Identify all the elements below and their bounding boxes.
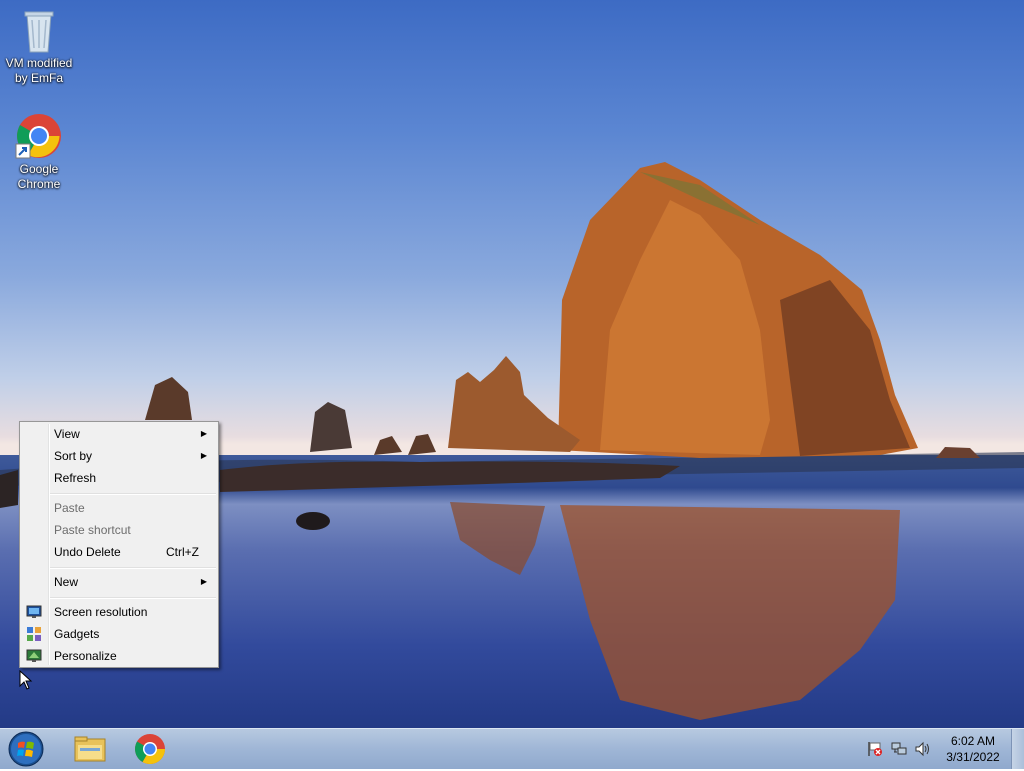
taskbar: 6:02 AM 3/31/2022 — [0, 728, 1024, 769]
menu-separator — [50, 493, 216, 495]
menu-item-label: Screen resolution — [54, 605, 148, 619]
desktop-icon-label: by EmFa — [14, 71, 63, 85]
desktop[interactable]: VM modified by EmFa Google Chrome View ▶… — [0, 0, 1024, 728]
menu-item-label: Refresh — [54, 471, 97, 485]
menu-item-label: Gadgets — [54, 627, 100, 641]
taskbar-google-chrome[interactable] — [122, 731, 178, 767]
gadgets-icon — [27, 627, 41, 641]
clock-date: 3/31/2022 — [946, 750, 1000, 764]
personalize-icon — [26, 649, 42, 662]
menu-item-paste-shortcut[interactable]: Paste shortcut — [22, 519, 216, 541]
network-icon[interactable] — [890, 740, 908, 758]
desktop-icon-recycle-bin[interactable]: VM modified by EmFa — [1, 6, 77, 86]
menu-item-label: View — [54, 427, 80, 441]
chrome-icon — [15, 114, 61, 159]
menu-item-undo-delete[interactable]: Undo Delete Ctrl+Z — [22, 541, 216, 563]
clock-time: 6:02 AM — [950, 734, 996, 748]
desktop-icon-label: Chrome — [17, 177, 61, 191]
mouse-cursor-icon — [19, 670, 33, 690]
file-explorer-icon — [74, 736, 106, 762]
taskbar-file-explorer[interactable] — [62, 731, 118, 767]
screen-resolution-icon — [26, 605, 42, 618]
desktop-icon-label: Google — [19, 162, 59, 176]
menu-item-label: New — [54, 575, 79, 589]
menu-item-label: Paste shortcut — [54, 523, 131, 537]
submenu-arrow-icon: ▶ — [200, 451, 207, 460]
volume-icon[interactable] — [914, 740, 932, 758]
menu-item-shortcut: Ctrl+Z — [166, 545, 199, 559]
submenu-arrow-icon: ▶ — [200, 577, 207, 586]
menu-item-paste[interactable]: Paste — [22, 497, 216, 519]
action-center-flag-icon[interactable] — [866, 740, 884, 758]
recycle-bin-icon — [24, 11, 54, 53]
show-desktop-button[interactable] — [1011, 729, 1024, 769]
chrome-icon — [134, 734, 165, 765]
submenu-arrow-icon: ▶ — [200, 429, 207, 438]
menu-item-personalize[interactable]: Personalize — [22, 645, 216, 667]
desktop-context-menu: View ▶ Sort by ▶ Refresh Paste Paste sho… — [19, 421, 219, 668]
start-orb-icon — [8, 731, 44, 767]
menu-item-screen-resolution[interactable]: Screen resolution — [22, 601, 216, 623]
start-button[interactable] — [6, 730, 46, 768]
menu-item-label: Paste — [54, 501, 85, 515]
menu-item-label: Sort by — [54, 449, 93, 463]
desktop-icon-google-chrome[interactable]: Google Chrome — [1, 112, 77, 192]
desktop-icon-label: VM modified — [5, 56, 73, 70]
menu-item-label: Personalize — [54, 649, 117, 663]
menu-item-refresh[interactable]: Refresh — [22, 467, 216, 489]
menu-separator — [50, 567, 216, 569]
menu-item-label: Undo Delete — [54, 545, 121, 559]
menu-item-gadgets[interactable]: Gadgets — [22, 623, 216, 645]
menu-item-new[interactable]: New ▶ — [22, 571, 216, 593]
menu-item-view[interactable]: View ▶ — [22, 423, 216, 445]
menu-separator — [50, 597, 216, 599]
menu-item-sort-by[interactable]: Sort by ▶ — [22, 445, 216, 467]
taskbar-clock[interactable]: 6:02 AM 3/31/2022 — [936, 733, 1010, 765]
